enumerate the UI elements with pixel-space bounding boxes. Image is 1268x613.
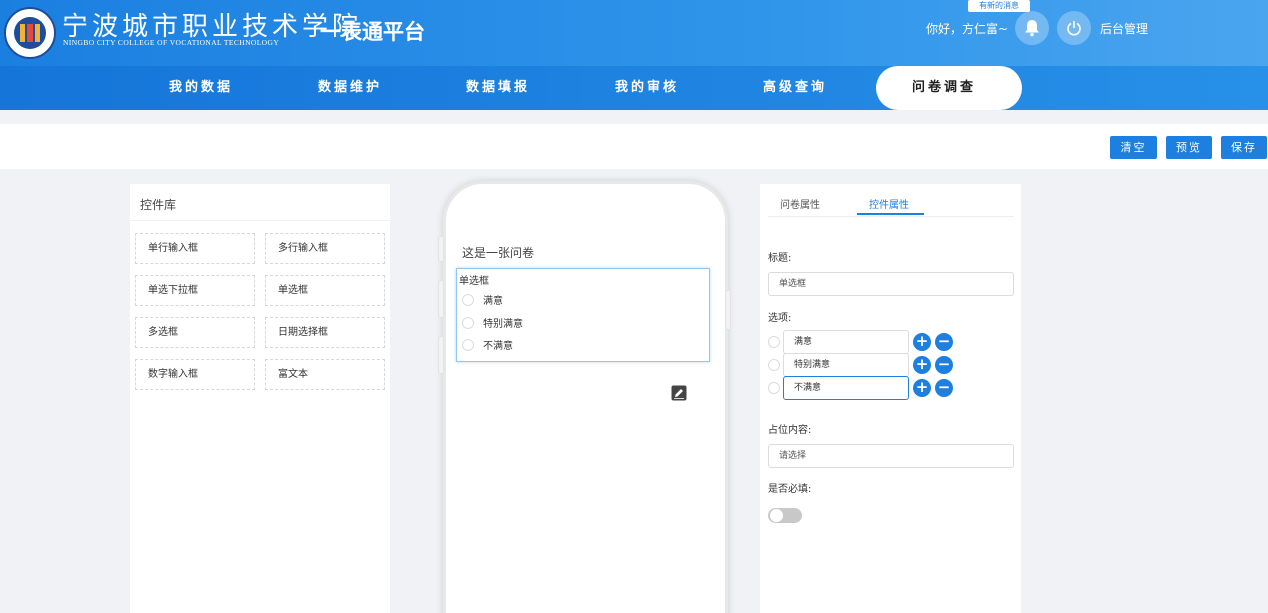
school-name-en: NINGBO CITY COLLEGE OF VOCATIONAL TECHNO… xyxy=(63,38,280,47)
nav-data-reporting[interactable]: 数据填报 xyxy=(433,66,563,110)
required-label: 是否必填: xyxy=(768,484,812,495)
control-multi-line-input[interactable]: 多行输入框 xyxy=(265,233,385,264)
control-single-line-input[interactable]: 单行输入框 xyxy=(135,233,255,264)
user-greeting: 你好，方仁富~ xyxy=(926,22,1009,36)
bell-icon xyxy=(1025,20,1039,37)
survey-title[interactable]: 这是一张问卷 xyxy=(462,244,534,261)
edit-icon[interactable] xyxy=(671,385,687,401)
control-number-input[interactable]: 数字输入框 xyxy=(135,359,255,390)
preview-button[interactable]: 预览 xyxy=(1166,136,1212,159)
remove-option-button[interactable]: − xyxy=(935,333,953,351)
radio-icon xyxy=(768,382,780,394)
nav-data-maintenance[interactable]: 数据维护 xyxy=(285,66,415,110)
add-option-button[interactable]: + xyxy=(913,379,931,397)
notification-button[interactable] xyxy=(1015,11,1049,45)
radio-icon xyxy=(768,336,780,348)
survey-option[interactable]: 不满意 xyxy=(462,337,513,352)
phone-side-key xyxy=(438,280,444,318)
control-date-picker[interactable]: 日期选择框 xyxy=(265,317,385,348)
survey-option-label: 特别满意 xyxy=(483,319,523,330)
option-row: 特别满意 + − xyxy=(768,353,953,377)
nav-survey[interactable]: 问卷调查 xyxy=(879,66,1009,110)
logout-button[interactable] xyxy=(1057,11,1091,45)
option-input[interactable]: 特别满意 xyxy=(783,353,909,377)
main-nav: 我的数据 数据维护 数据填报 我的审核 高级查询 问卷调查 xyxy=(0,66,1268,110)
radio-icon[interactable] xyxy=(462,338,474,351)
phone-side-key xyxy=(438,336,444,374)
control-single-select-dropdown[interactable]: 单选下拉框 xyxy=(135,275,255,306)
nav-my-review[interactable]: 我的审核 xyxy=(582,66,712,110)
admin-link[interactable]: 后台管理 xyxy=(1100,20,1148,37)
option-input[interactable]: 满意 xyxy=(783,330,909,354)
action-toolbar: 清空 预览 保存 xyxy=(0,124,1268,169)
option-row: 不满意 + − xyxy=(768,376,953,400)
control-rich-text[interactable]: 富文本 xyxy=(265,359,385,390)
radio-icon[interactable] xyxy=(462,316,474,329)
nav-my-data[interactable]: 我的数据 xyxy=(136,66,266,110)
tab-control-properties[interactable]: 控件属性 xyxy=(869,196,909,211)
toggle-knob[interactable] xyxy=(770,509,783,522)
active-tab-indicator xyxy=(857,213,924,215)
option-input[interactable]: 不满意 xyxy=(783,376,909,400)
new-message-badge[interactable]: 有新的消息 xyxy=(968,0,1030,12)
control-checkbox[interactable]: 多选框 xyxy=(135,317,255,348)
tab-survey-properties[interactable]: 问卷属性 xyxy=(780,196,820,211)
add-option-button[interactable]: + xyxy=(913,356,931,374)
option-row: 满意 + − xyxy=(768,330,953,354)
options-label: 选项: xyxy=(768,313,792,324)
library-title: 控件库 xyxy=(140,198,177,212)
school-logo-icon xyxy=(4,7,56,59)
placeholder-input[interactable]: 请选择 xyxy=(768,444,1014,468)
placeholder-label: 占位内容: xyxy=(768,425,812,436)
question-label: 单选框 xyxy=(459,276,489,287)
platform-title: 一表通平台 xyxy=(320,20,425,44)
remove-option-button[interactable]: − xyxy=(935,379,953,397)
title-label: 标题: xyxy=(768,253,792,264)
phone-side-key xyxy=(438,236,444,262)
phone-side-key xyxy=(725,290,731,330)
survey-option[interactable]: 满意 xyxy=(462,292,503,307)
survey-option-label: 不满意 xyxy=(483,341,513,352)
power-icon xyxy=(1067,21,1081,36)
nav-advanced-search[interactable]: 高级查询 xyxy=(730,66,860,110)
remove-option-button[interactable]: − xyxy=(935,356,953,374)
save-button[interactable]: 保存 xyxy=(1221,136,1267,159)
survey-option-label: 满意 xyxy=(483,296,503,307)
top-header: 宁波城市职业技术学院 NINGBO CITY COLLEGE OF VOCATI… xyxy=(0,0,1268,66)
title-input[interactable]: 单选框 xyxy=(768,272,1014,296)
radio-icon[interactable] xyxy=(462,293,474,306)
control-radio[interactable]: 单选框 xyxy=(265,275,385,306)
clear-button[interactable]: 清空 xyxy=(1110,136,1157,159)
radio-icon xyxy=(768,359,780,371)
add-option-button[interactable]: + xyxy=(913,333,931,351)
survey-option[interactable]: 特别满意 xyxy=(462,315,523,330)
